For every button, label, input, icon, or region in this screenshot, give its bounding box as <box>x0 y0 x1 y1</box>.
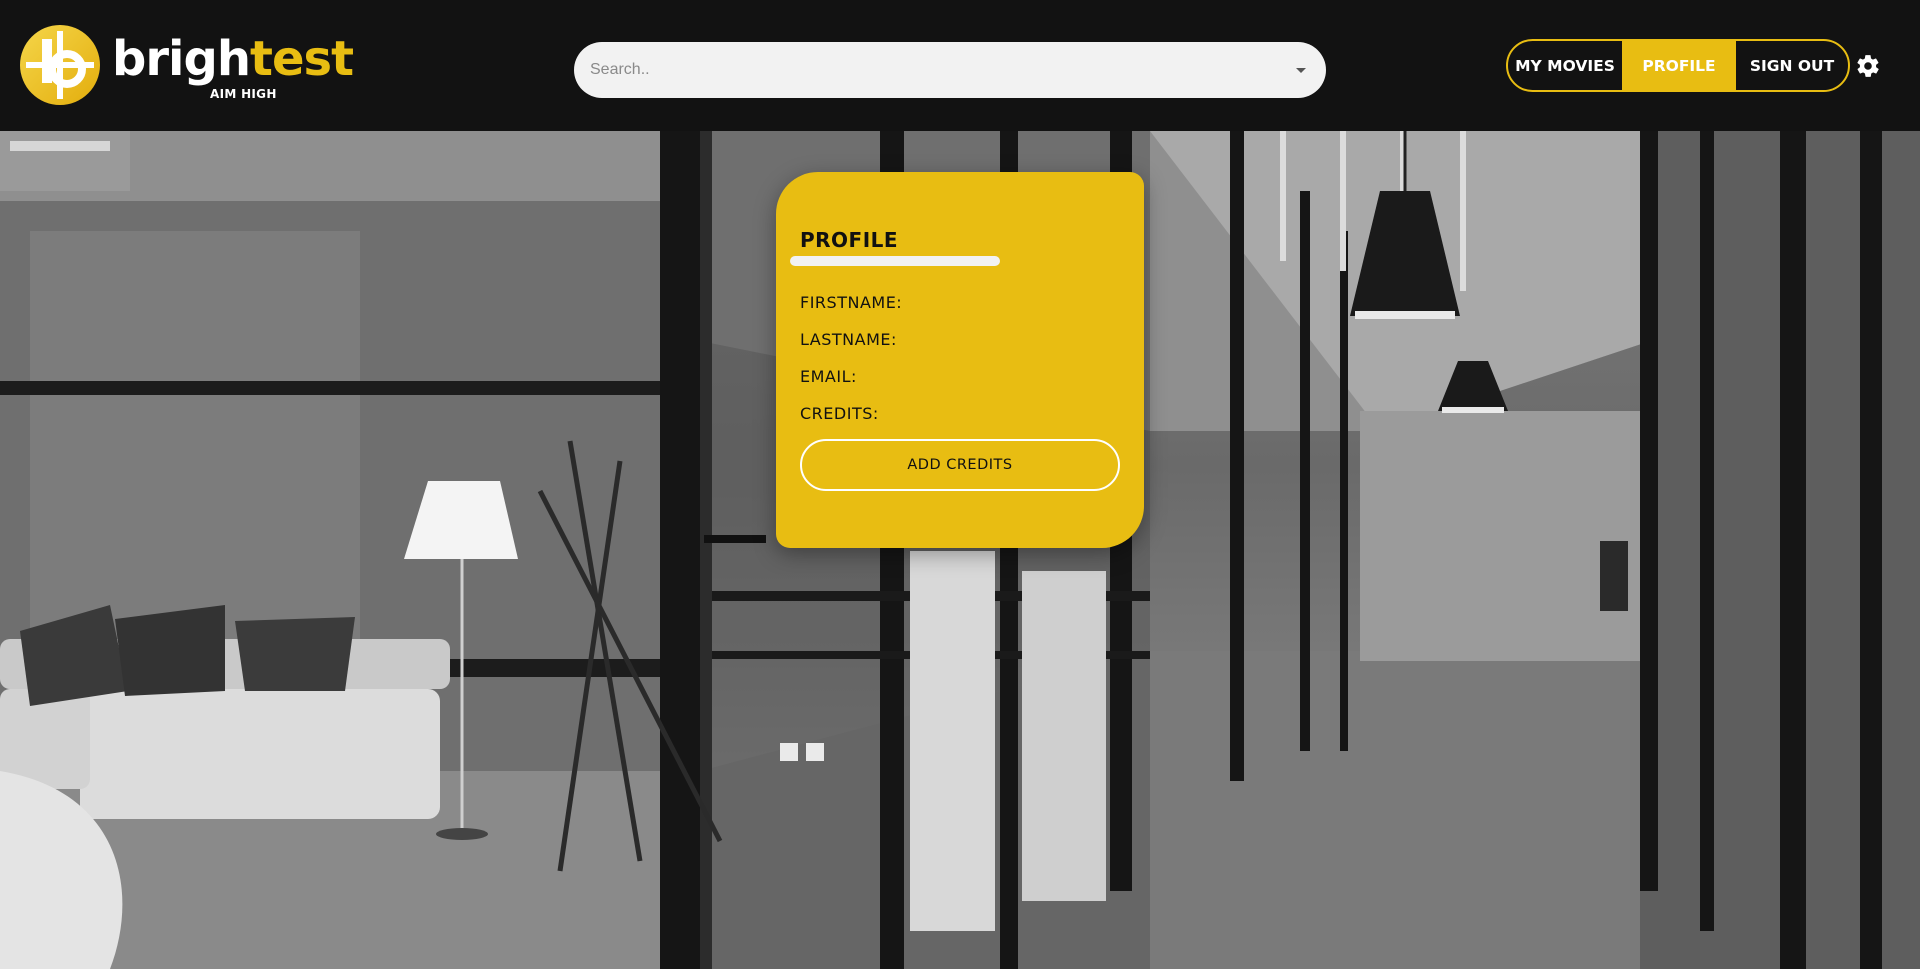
search-input[interactable] <box>590 61 1296 79</box>
bt-logo-icon <box>20 25 100 105</box>
credits-label: CREDITS: <box>800 404 879 423</box>
my-movies-button[interactable]: MY MOVIES <box>1508 41 1622 90</box>
email-row: EMAIL: <box>800 367 863 386</box>
add-credits-button[interactable]: ADD CREDITS <box>800 439 1120 491</box>
top-header: brightest AIM HIGH MY MOVIES PROFILE SIG… <box>0 0 1920 131</box>
brand-wordmark: brightest AIM HIGH <box>112 25 354 105</box>
brand-word-part1: brigh <box>112 31 251 87</box>
lastname-row: LASTNAME: <box>800 330 903 349</box>
title-underline <box>790 256 1000 266</box>
gear-icon[interactable] <box>1855 53 1881 79</box>
lastname-label: LASTNAME: <box>800 330 897 349</box>
profile-card: PROFILE FIRSTNAME: LASTNAME: EMAIL: CRED… <box>776 172 1144 548</box>
firstname-row: FIRSTNAME: <box>800 293 908 312</box>
email-label: EMAIL: <box>800 367 857 386</box>
brand-tagline: AIM HIGH <box>210 87 277 101</box>
search-box[interactable] <box>574 42 1326 98</box>
credits-row: CREDITS: <box>800 404 885 423</box>
main-nav: MY MOVIES PROFILE SIGN OUT <box>1506 39 1850 92</box>
brand-logo[interactable]: brightest AIM HIGH <box>20 24 354 106</box>
profile-title: PROFILE <box>800 228 899 252</box>
brand-word-part2: test <box>250 31 354 87</box>
firstname-label: FIRSTNAME: <box>800 293 903 312</box>
profile-button[interactable]: PROFILE <box>1622 41 1736 90</box>
dropdown-caret-icon[interactable] <box>1296 67 1306 73</box>
sign-out-button[interactable]: SIGN OUT <box>1736 41 1848 90</box>
